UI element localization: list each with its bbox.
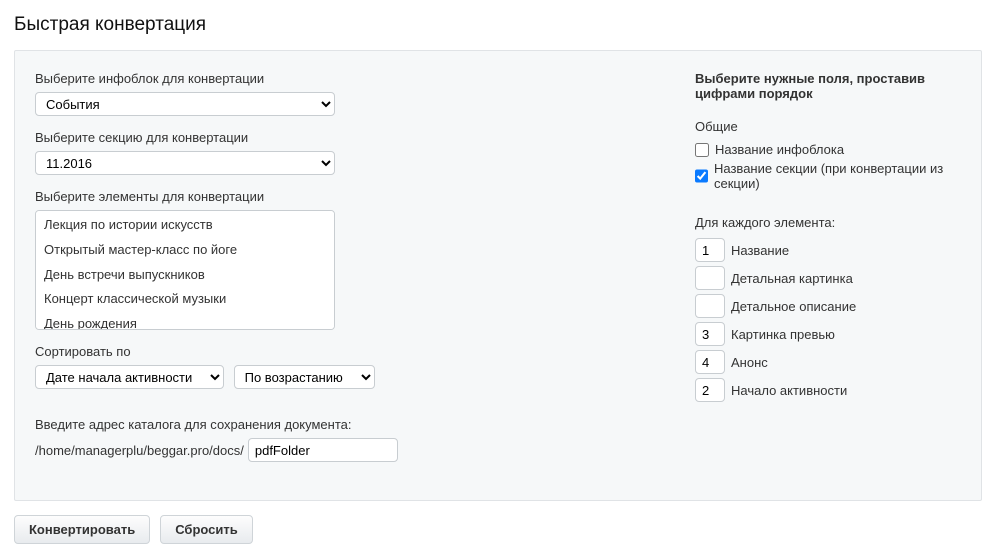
sort-field-select[interactable]: Дате начала активности <box>35 365 224 389</box>
iblock-select[interactable]: События <box>35 92 335 116</box>
order-input-preview-picture[interactable] <box>695 322 725 346</box>
elements-field: Выберите элементы для конвертации Лекция… <box>35 189 455 330</box>
field-label-anons: Анонс <box>731 355 768 370</box>
list-item[interactable]: День встречи выпускников <box>36 263 334 288</box>
right-column: Выберите нужные поля, проставив цифрами … <box>495 71 961 406</box>
field-label-active-from: Начало активности <box>731 383 847 398</box>
convert-button[interactable]: Конвертировать <box>14 515 150 544</box>
sort-field: Сортировать по Дате начала активности По… <box>35 344 455 389</box>
chk-iblock-name[interactable] <box>695 143 709 157</box>
sort-label: Сортировать по <box>35 344 455 359</box>
path-input[interactable] <box>248 438 398 462</box>
group-common-label: Общие <box>695 119 961 134</box>
field-row-detail-text: Детальное описание <box>695 294 961 318</box>
button-row: Конвертировать Сбросить <box>14 515 982 544</box>
left-column: Выберите инфоблок для конвертации Событи… <box>35 71 455 476</box>
group-perelement-label: Для каждого элемента: <box>695 215 961 230</box>
iblock-field: Выберите инфоблок для конвертации Событи… <box>35 71 455 116</box>
order-input-name[interactable] <box>695 238 725 262</box>
order-input-detail-text[interactable] <box>695 294 725 318</box>
field-label-detail-picture: Детальная картинка <box>731 271 853 286</box>
field-label-name: Название <box>731 243 789 258</box>
chk-section-name-label: Название секции (при конвертации из секц… <box>714 161 961 191</box>
form-panel: Выберите инфоблок для конвертации Событи… <box>14 50 982 501</box>
field-row-name: Название <box>695 238 961 262</box>
field-row-anons: Анонс <box>695 350 961 374</box>
iblock-label: Выберите инфоблок для конвертации <box>35 71 455 86</box>
chk-iblock-name-label: Название инфоблока <box>715 142 844 157</box>
field-row-detail-picture: Детальная картинка <box>695 266 961 290</box>
fields-heading: Выберите нужные поля, проставив цифрами … <box>695 71 961 101</box>
field-row-preview-picture: Картинка превью <box>695 322 961 346</box>
list-item[interactable]: Открытый мастер-класс по йоге <box>36 238 334 263</box>
path-label: Введите адрес каталога для сохранения до… <box>35 417 455 432</box>
field-row-active-from: Начало активности <box>695 378 961 402</box>
reset-button[interactable]: Сбросить <box>160 515 253 544</box>
section-label: Выберите секцию для конвертации <box>35 130 455 145</box>
list-item[interactable]: Концерт классической музыки <box>36 287 334 312</box>
page-title: Быстрая конвертация <box>14 14 982 36</box>
sort-order-select[interactable]: По возрастанию <box>234 365 375 389</box>
elements-label: Выберите элементы для конвертации <box>35 189 455 204</box>
order-input-active-from[interactable] <box>695 378 725 402</box>
chk-section-name-row: Название секции (при конвертации из секц… <box>695 161 961 191</box>
order-input-anons[interactable] <box>695 350 725 374</box>
path-prefix: /home/managerplu/beggar.pro/docs/ <box>35 443 244 458</box>
order-input-detail-picture[interactable] <box>695 266 725 290</box>
chk-section-name[interactable] <box>695 169 708 183</box>
field-label-preview-picture: Картинка превью <box>731 327 835 342</box>
path-field: Введите адрес каталога для сохранения до… <box>35 417 455 462</box>
field-label-detail-text: Детальное описание <box>731 299 856 314</box>
elements-multiselect[interactable]: Лекция по истории искусств Открытый маст… <box>35 210 335 330</box>
section-select[interactable]: 11.2016 <box>35 151 335 175</box>
section-field: Выберите секцию для конвертации 11.2016 <box>35 130 455 175</box>
list-item[interactable]: День рождения <box>36 312 334 330</box>
list-item[interactable]: Лекция по истории искусств <box>36 213 334 238</box>
chk-iblock-name-row: Название инфоблока <box>695 142 961 157</box>
